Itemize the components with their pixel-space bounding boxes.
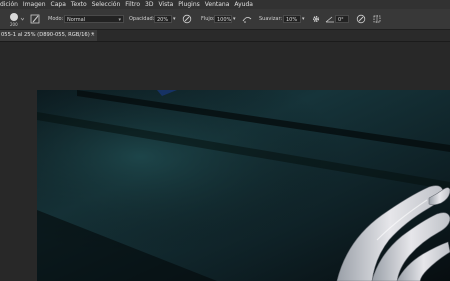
- angle-input[interactable]: 0°: [335, 15, 349, 23]
- brush-tip-icon: 200: [10, 13, 24, 27]
- menu-bar: dición Imagen Capa Texto Selección Filtr…: [0, 0, 450, 9]
- angle-value: 0°: [338, 17, 344, 23]
- flow-chevron-icon[interactable]: ▾: [233, 9, 236, 29]
- smoothing-value: 10%: [286, 17, 298, 23]
- canvas-photo: [37, 90, 450, 281]
- menu-seleccion[interactable]: Selección: [92, 0, 121, 9]
- mode-value: Normal: [67, 17, 86, 23]
- opacity-label: Opacidad:: [129, 16, 155, 22]
- smoothing-chevron-icon[interactable]: ▾: [302, 9, 305, 29]
- opacity-chevron-icon[interactable]: ▾: [173, 9, 176, 29]
- menu-filtro[interactable]: Filtro: [125, 0, 140, 9]
- smoothing-input[interactable]: 10%: [283, 15, 301, 23]
- gear-icon[interactable]: [311, 14, 321, 24]
- menu-plugins[interactable]: Plugins: [178, 0, 200, 9]
- airbrush-icon[interactable]: [242, 14, 252, 24]
- document-tab-title: 055-1 al 25% (D890-055, RGB/16) *: [1, 32, 94, 38]
- brush-preset-picker[interactable]: 200: [6, 9, 24, 29]
- menu-ventana[interactable]: Ventana: [205, 0, 230, 9]
- flow-input[interactable]: 100%: [214, 15, 232, 23]
- chevron-down-icon: ▾: [118, 17, 121, 23]
- opacity-input[interactable]: 20%: [154, 15, 172, 23]
- smoothing-label: Suavizar:: [259, 16, 283, 22]
- menu-vista[interactable]: Vista: [158, 0, 173, 9]
- document-canvas[interactable]: [37, 90, 450, 281]
- menu-capa[interactable]: Capa: [51, 0, 66, 9]
- menu-edicion[interactable]: dición: [0, 0, 18, 9]
- angle-icon: [325, 16, 334, 23]
- menu-3d[interactable]: 3D: [145, 0, 153, 9]
- menu-texto[interactable]: Texto: [71, 0, 87, 9]
- menu-imagen[interactable]: Imagen: [23, 0, 46, 9]
- document-tab[interactable]: 055-1 al 25% (D890-055, RGB/16) * ×: [0, 30, 97, 41]
- pressure-size-icon[interactable]: [356, 14, 366, 24]
- brush-settings-icon[interactable]: [30, 14, 40, 24]
- flow-value: 100%: [217, 17, 232, 23]
- mode-select[interactable]: Normal ▾: [64, 15, 124, 23]
- mode-label: Modo:: [48, 16, 64, 22]
- symmetry-icon[interactable]: [372, 14, 382, 24]
- flow-label: Flujo:: [201, 16, 215, 22]
- opacity-value: 20%: [157, 17, 169, 23]
- document-tab-bar: 055-1 al 25% (D890-055, RGB/16) * ×: [0, 30, 450, 42]
- pressure-opacity-icon[interactable]: [182, 14, 192, 24]
- brush-size-value: 200: [10, 22, 18, 27]
- close-icon[interactable]: ×: [91, 30, 95, 41]
- menu-ayuda[interactable]: Ayuda: [234, 0, 253, 9]
- options-bar: 200 Modo: Normal ▾ Opacidad: 20% ▾ Flujo…: [0, 9, 450, 30]
